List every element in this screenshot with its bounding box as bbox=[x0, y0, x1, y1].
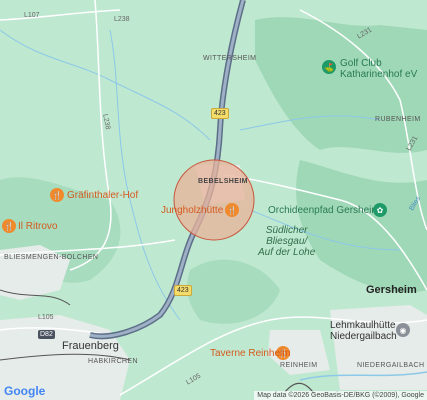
place-label-bliesmengen-bolchen: BLIESMENGEN-BOLCHEN bbox=[4, 254, 99, 261]
poi-taverne-reinheim[interactable]: Taverne Reinheim bbox=[210, 348, 291, 359]
google-logo: Google bbox=[4, 384, 46, 398]
place-label-reinheim: REINHEIM bbox=[280, 362, 318, 369]
road-label-l107: L107 bbox=[24, 12, 40, 19]
poi-lehmkaulhuette-line-2: Niedergailbach bbox=[330, 331, 397, 342]
poi-golf-club[interactable]: Golf Club Katharinenhof eV bbox=[340, 58, 417, 80]
place-label-niedergailbach: NIEDERGAILBACH bbox=[357, 362, 425, 369]
poi-golf-club-line-2: Katharinenhof eV bbox=[340, 69, 418, 80]
nature-area-line-1: Südlicher bbox=[265, 225, 308, 236]
poi-orchideenpfad-gersheim[interactable]: Orchideenpfad Gersheim bbox=[268, 205, 380, 216]
nature-area-line-3: Auf der Lohe bbox=[258, 247, 316, 258]
road-label-l105-left: L105 bbox=[38, 314, 54, 321]
place-label-bebelsheim: BEBELSHEIM bbox=[198, 178, 248, 185]
hut-pin-icon[interactable]: ◉ bbox=[396, 323, 410, 337]
poi-golf-club-line-1: Golf Club bbox=[340, 58, 382, 69]
place-label-gersheim: Gersheim bbox=[366, 284, 417, 296]
nature-area-label: Südlicher Bliesgau/ Auf der Lohe bbox=[258, 225, 315, 258]
place-label-rubenheim: RUBENHEIM bbox=[375, 116, 421, 123]
poi-lehmkaulhuette-line-1: Lehmkaulhütte bbox=[330, 320, 396, 331]
place-label-wittersheim: WITTERSHEIM bbox=[203, 55, 257, 62]
restaurant-pin-icon[interactable]: 🍴 bbox=[50, 188, 64, 202]
road-shield-423-mid: 423 bbox=[174, 285, 192, 296]
golf-pin-icon[interactable]: ⛳ bbox=[322, 60, 336, 74]
poi-il-ritrovo[interactable]: Il Ritrovo bbox=[18, 221, 57, 232]
road-shield-d82: D82 bbox=[38, 330, 55, 339]
poi-graefinthaler-hof[interactable]: Gräfinthaler-Hof bbox=[67, 190, 138, 201]
map-canvas[interactable]: L107 L238 L238 L231 L231 L105 L105 Blies… bbox=[0, 0, 427, 400]
place-label-habkirchen: HABKIRCHEN bbox=[88, 358, 138, 365]
map-attribution[interactable]: Map data ©2026 GeoBasis-DE/BKG (©2009), … bbox=[254, 391, 427, 400]
restaurant-pin-icon[interactable]: 🍴 bbox=[225, 203, 239, 217]
poi-lehmkaulhuette[interactable]: Lehmkaulhütte Niedergailbach bbox=[330, 320, 397, 342]
road-shield-423-top: 423 bbox=[211, 108, 229, 119]
nature-pin-icon[interactable]: ✿ bbox=[373, 203, 387, 217]
road-label-l238-top: L238 bbox=[114, 16, 130, 23]
nature-area-line-2: Bliesgau/ bbox=[266, 236, 308, 247]
restaurant-pin-icon[interactable]: 🍴 bbox=[2, 219, 16, 233]
place-label-frauenberg: Frauenberg bbox=[62, 340, 119, 352]
poi-jungholzhuette[interactable]: Jungholzhütte bbox=[161, 205, 223, 216]
